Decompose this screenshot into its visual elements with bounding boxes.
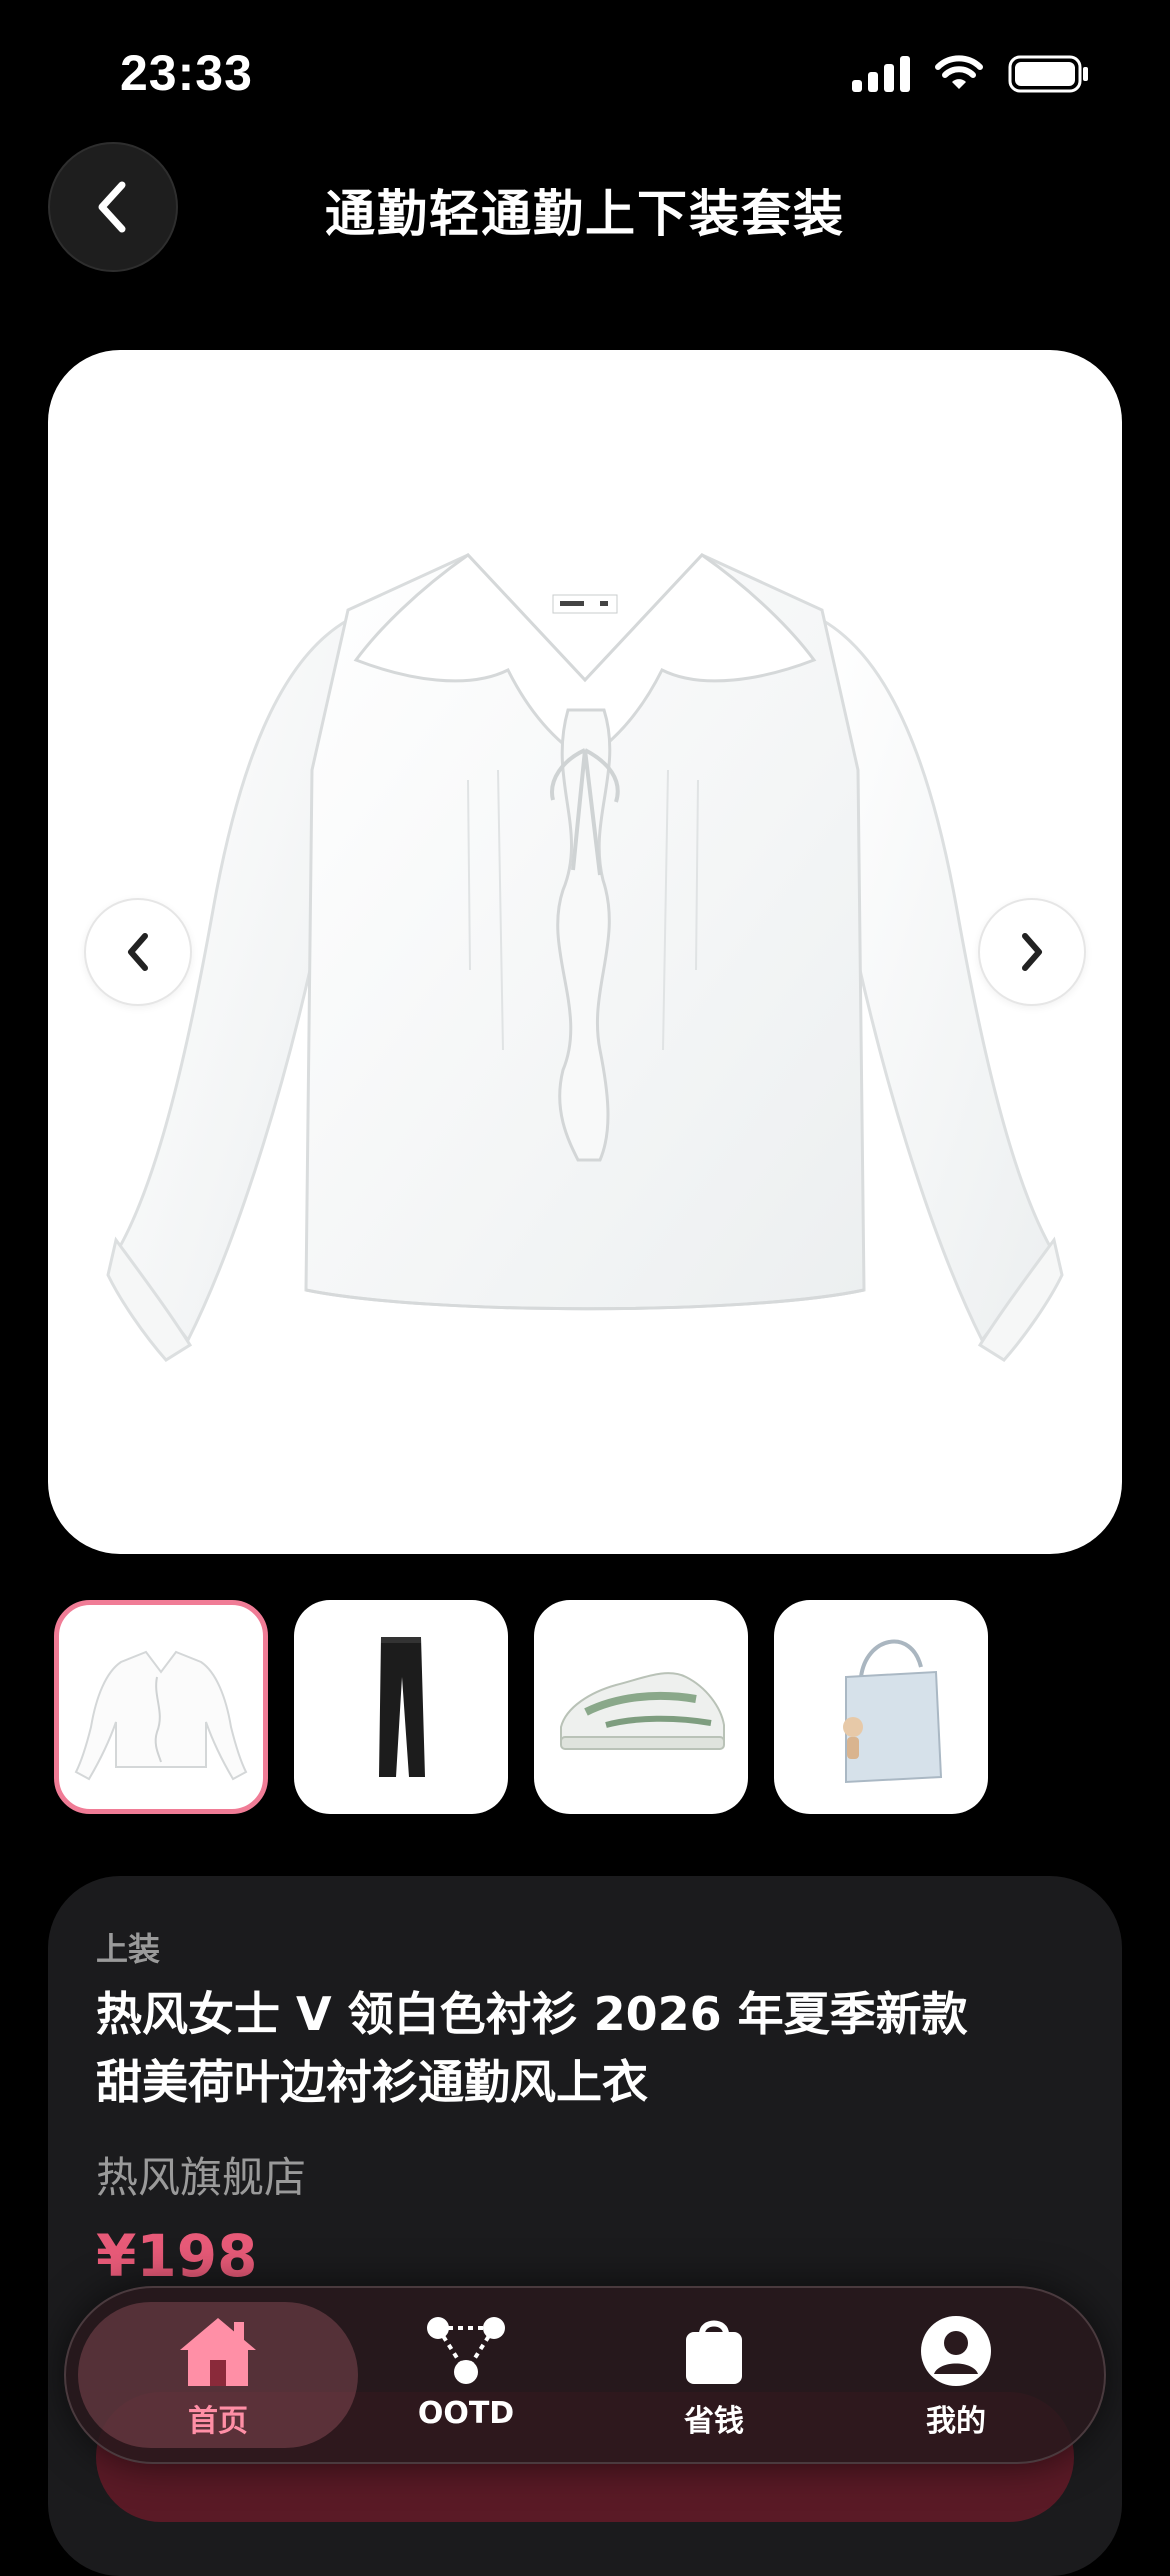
chevron-right-icon [1022,933,1042,971]
product-price: ¥198 [96,2222,258,2290]
status-time: 23:33 [120,45,253,101]
tab-ootd-label: OOTD [417,2396,515,2431]
cellular-signal-icon [852,56,910,92]
profile-icon [921,2316,991,2386]
carousel-prev-button[interactable] [84,898,192,1006]
thumbnail-blouse[interactable] [54,1600,268,1814]
tab-home[interactable]: 首页 [98,2314,338,2440]
shopping-bag-icon [686,2320,742,2384]
wifi-icon [935,55,983,89]
product-name-line-1: 热风女士 V 领白色衬衫 2026 年夏季新款 [96,1987,968,2041]
bag-thumbnail-image [843,1639,943,1784]
thumbnail-strip [54,1600,988,1814]
sneakers-thumbnail-image [560,1672,725,1750]
status-icons [852,54,1090,94]
tab-profile-label: 我的 [926,2404,986,2439]
page-title: 通勤轻通勤上下装套装 [325,185,845,243]
chevron-left-icon [128,933,148,971]
product-name-line-2: 甜美荷叶边衬衫通勤风上衣 [96,2055,648,2109]
main-product-image[interactable] [48,350,1122,1554]
tab-profile[interactable]: 我的 [836,2314,1076,2440]
product-info-card: 上装 热风女士 V 领白色衬衫 2026 年夏季新款 甜美荷叶边衬衫通勤风上衣 … [48,1876,1122,2576]
home-icon [180,2318,256,2386]
store-name[interactable]: 热风旗舰店 [96,2144,306,2205]
tab-home-label: 首页 [188,2404,248,2439]
blouse-thumbnail-image [74,1650,248,1781]
bottom-tab-bar: 首页 OOTD 省钱 我的 [64,2286,1106,2464]
product-name[interactable]: 热风女士 V 领白色衬衫 2026 年夏季新款 甜美荷叶边衬衫通勤风上衣 [96,1980,1056,2116]
thumbnail-bag[interactable] [774,1600,988,1814]
blouse-image [106,553,1064,1362]
pants-thumbnail-image [379,1637,425,1777]
outfit-graph-icon [427,2317,505,2384]
status-bar: 23:33 [0,0,1170,150]
battery-icon [1008,55,1088,93]
tab-save-money[interactable]: 省钱 [594,2314,834,2440]
tab-save-money-label: 省钱 [684,2404,744,2439]
thumbnail-sneakers[interactable] [534,1600,748,1814]
carousel-next-button[interactable] [978,898,1086,1006]
product-category: 上装 [96,1930,161,1968]
thumbnail-pants[interactable] [294,1600,508,1814]
tab-ootd[interactable]: OOTD [346,2314,586,2431]
